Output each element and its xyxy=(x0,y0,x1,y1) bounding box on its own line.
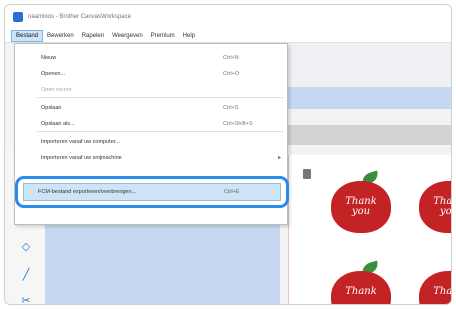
apple-text: Thank xyxy=(433,286,452,297)
ribbon-area xyxy=(285,43,451,87)
submenu-arrow-icon: ▸ xyxy=(277,155,281,161)
menu-separator xyxy=(37,97,283,98)
apple-text: Thank you xyxy=(433,196,452,217)
scissors-icon[interactable]: ✂ xyxy=(20,295,32,304)
tab-strip xyxy=(285,125,451,145)
menu-item-export-fcm[interactable]: FCM-bestand exporteren/overbrengen... Ct… xyxy=(23,183,281,201)
menu-item-open[interactable]: Openen... Ctrl+O xyxy=(15,68,287,79)
app-screenshot: naamloos - Brother CanvasWorkspace Besta… xyxy=(4,4,452,305)
properties-band xyxy=(285,87,451,109)
line-icon[interactable]: ╱ xyxy=(20,269,32,281)
menu-item-save[interactable]: Opslaan Ctrl+S xyxy=(15,102,287,113)
apple-text: Thank you xyxy=(345,196,377,217)
menu-view[interactable]: Weergeven xyxy=(108,31,147,41)
menu-layouts[interactable]: Rapelen xyxy=(78,31,108,41)
shape-icon[interactable]: ◇ xyxy=(20,241,32,253)
apple-text: Thank xyxy=(345,286,377,297)
menu-separator xyxy=(37,131,283,132)
menu-edit[interactable]: Bewerken xyxy=(43,31,78,41)
menu-item-import-computer[interactable]: Importeren vanaf uw computer... xyxy=(15,136,287,147)
menu-item-open-recent: Open recent xyxy=(41,86,72,93)
menu-item-new[interactable]: Nieuw Ctrl+N xyxy=(15,52,287,63)
app-logo-icon xyxy=(13,12,23,22)
title-bar: naamloos - Brother CanvasWorkspace xyxy=(5,5,451,29)
window-title: naamloos - Brother CanvasWorkspace xyxy=(28,14,131,20)
menu-premium[interactable]: Premium xyxy=(147,31,179,41)
menu-bar: Bestand Bewerken Rapelen Weergeven Premi… xyxy=(5,29,451,43)
menu-item-import-machine[interactable]: Importeren vanaf uw snijmachine ▸ xyxy=(15,152,287,163)
menu-help[interactable]: Help xyxy=(179,31,199,41)
menu-item-save-as[interactable]: Opslaan als... Ctrl+Shift+S xyxy=(15,118,287,129)
menu-file[interactable]: Bestand xyxy=(11,29,44,42)
trash-icon[interactable] xyxy=(303,169,311,179)
